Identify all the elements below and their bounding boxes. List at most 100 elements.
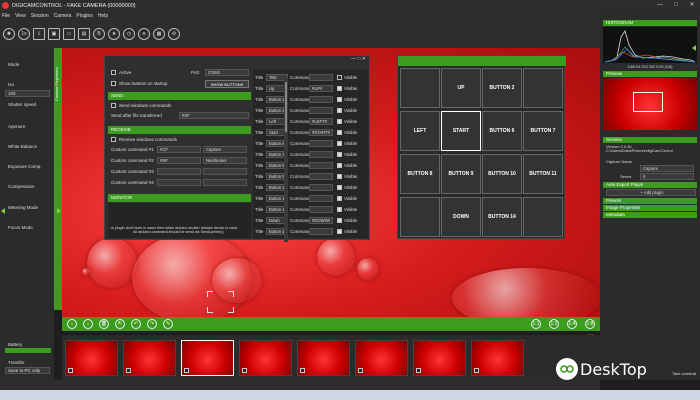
thumbnail[interactable] — [123, 340, 176, 376]
remote-button-8[interactable]: BUTTON 8 — [400, 154, 440, 194]
visible-checkbox[interactable] — [337, 207, 342, 212]
thumbnail[interactable] — [471, 340, 524, 376]
remote-button-9[interactable]: BUTTON 9 — [441, 154, 481, 194]
edit-icon[interactable]: ✎ — [163, 319, 173, 329]
thumbnail[interactable] — [297, 340, 350, 376]
thumbnail[interactable] — [413, 340, 466, 376]
collapse-left-icon[interactable] — [1, 208, 5, 214]
table-scrollbar-thumb[interactable] — [285, 82, 287, 132]
remote-empty-button[interactable] — [400, 68, 440, 108]
preview-zoom-frame[interactable] — [633, 92, 663, 112]
thumbnail-checkbox[interactable] — [242, 368, 247, 373]
auto-export-header[interactable]: Auto Export Plugin — [603, 182, 697, 188]
minimize-button[interactable]: — — [652, 0, 668, 11]
remote-down-button[interactable]: DOWN — [441, 197, 481, 237]
visible-checkbox[interactable] — [337, 141, 342, 146]
zoom-1-8-button[interactable]: 1:8 — [585, 319, 595, 329]
settings-icon[interactable]: ⚙ — [168, 28, 180, 40]
visible-checkbox[interactable] — [337, 229, 342, 234]
close-button[interactable]: ✕ — [684, 0, 700, 11]
time-lapse-icon[interactable]: ◷ — [123, 28, 135, 40]
visible-checkbox[interactable] — [337, 152, 342, 157]
visible-checkbox[interactable] — [337, 196, 342, 201]
command-input[interactable] — [309, 74, 333, 81]
visible-checkbox[interactable] — [337, 97, 342, 102]
previous-icon[interactable]: ‹ — [67, 319, 77, 329]
menu-file[interactable]: File — [2, 13, 10, 19]
remote-empty-button[interactable] — [400, 197, 440, 237]
capture-name-input[interactable]: Capture — [640, 165, 694, 172]
show-buttons-checkbox[interactable] — [111, 81, 116, 86]
menu-help[interactable]: Help — [98, 13, 108, 19]
remote-empty-button[interactable] — [523, 197, 563, 237]
visible-checkbox[interactable] — [337, 108, 342, 113]
thumbnail-checkbox[interactable] — [184, 368, 189, 373]
command-input[interactable] — [309, 195, 333, 202]
command-input[interactable] — [309, 96, 333, 103]
custom-command-action[interactable]: Capture — [203, 146, 247, 153]
visible-checkbox[interactable] — [337, 119, 342, 124]
custom-command-action[interactable] — [203, 179, 247, 186]
remote-start-button[interactable]: START — [441, 111, 481, 151]
transfer-select[interactable]: Save to PC only — [5, 367, 50, 374]
liveview-icon[interactable]: ▣ — [48, 28, 60, 40]
thumbnail-checkbox[interactable] — [126, 368, 131, 373]
remote-up-button[interactable]: UP — [441, 68, 481, 108]
menu-camera[interactable]: Camera — [54, 13, 72, 19]
preview-header[interactable]: Preview — [603, 71, 697, 77]
port-select[interactable]: COM1 — [205, 69, 249, 76]
command-input[interactable]: #START# — [309, 129, 333, 136]
remote-button-6[interactable]: BUTTON 6 — [482, 111, 522, 151]
command-input[interactable]: #LEFT# — [309, 118, 333, 125]
remote-button-11[interactable]: BUTTON 11 — [523, 154, 563, 194]
zoom-1-2-button[interactable]: 1:2 — [549, 319, 559, 329]
thumbnail-checkbox[interactable] — [300, 368, 305, 373]
visible-checkbox[interactable] — [337, 163, 342, 168]
rotate-left-icon[interactable]: ↶ — [131, 319, 141, 329]
command-input[interactable]: #DOWN# — [309, 217, 333, 224]
active-checkbox[interactable] — [111, 70, 116, 75]
thumbnail[interactable] — [65, 340, 118, 376]
wifi-icon[interactable]: ≋ — [138, 28, 150, 40]
remote-button-14[interactable]: BUTTON 14 — [482, 197, 522, 237]
custom-command-action[interactable]: NextSeries — [203, 157, 247, 164]
command-input[interactable] — [309, 162, 333, 169]
next-icon[interactable]: › — [83, 319, 93, 329]
thumbnail[interactable] — [355, 340, 408, 376]
command-input[interactable] — [309, 151, 333, 158]
menu-view[interactable]: View — [15, 13, 26, 19]
session-header[interactable]: Session — [603, 137, 697, 143]
star-icon[interactable]: ★ — [108, 28, 120, 40]
iso-select[interactable]: 100 — [5, 90, 50, 97]
visible-checkbox[interactable] — [337, 75, 342, 80]
presets-header[interactable]: Presets — [603, 198, 697, 204]
command-input[interactable]: #UP# — [309, 85, 333, 92]
thumbnail-checkbox[interactable] — [474, 368, 479, 373]
command-input[interactable] — [309, 107, 333, 114]
delete-icon[interactable]: 🗑 — [99, 319, 109, 329]
browse-icon[interactable]: ▤ — [78, 28, 90, 40]
thumbnail-checkbox[interactable] — [416, 368, 421, 373]
zoom-1-4-button[interactable]: 1:4 — [567, 319, 577, 329]
custom-command-input[interactable]: #NF — [157, 157, 201, 164]
remote-button-10[interactable]: BUTTON 10 — [482, 154, 522, 194]
show-buttons-button[interactable]: SHOW BUTTONS — [205, 80, 249, 88]
command-input[interactable] — [309, 184, 333, 191]
remote-button-2[interactable]: BUTTON 2 — [482, 68, 522, 108]
folder-icon[interactable]: ▭ — [63, 28, 75, 40]
capture-icon[interactable]: ✺ — [3, 28, 15, 40]
plugin-window-controls[interactable]: — □ ✕ — [351, 56, 366, 62]
grid-icon[interactable]: ▦ — [153, 28, 165, 40]
rotate-right-icon[interactable]: ↷ — [147, 319, 157, 329]
thumbnail[interactable] — [181, 340, 234, 376]
visible-checkbox[interactable] — [337, 174, 342, 179]
command-input[interactable] — [309, 140, 333, 147]
zoom-1-1-button[interactable]: 1:1 — [531, 319, 541, 329]
add-plugin-select[interactable]: + Add plugin — [606, 189, 696, 196]
metadata-header[interactable]: Metadata — [603, 212, 697, 218]
collapse-right-icon[interactable] — [692, 45, 696, 51]
custom-command-action[interactable] — [203, 168, 247, 175]
visible-checkbox[interactable] — [337, 185, 342, 190]
custom-command-input[interactable]: #CF — [157, 146, 201, 153]
custom-command-input[interactable] — [157, 168, 201, 175]
